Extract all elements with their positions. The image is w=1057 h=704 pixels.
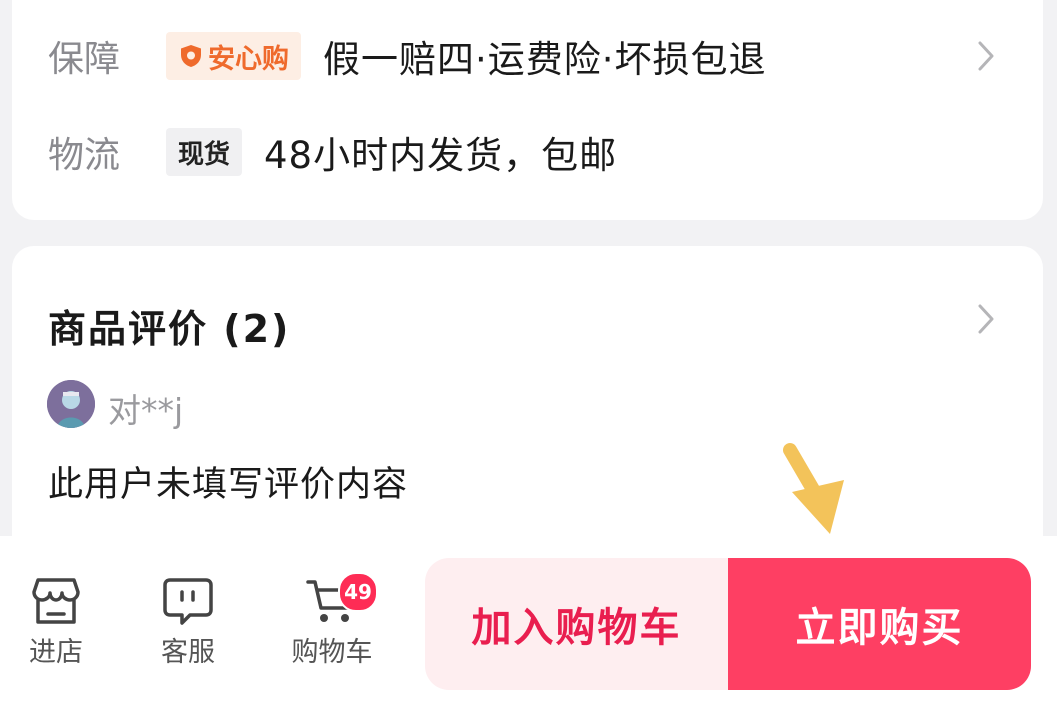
chevron-right-icon[interactable] xyxy=(973,39,999,73)
store-icon xyxy=(32,578,80,624)
chat-icon xyxy=(163,578,213,625)
service-button[interactable]: 客服 xyxy=(138,576,238,669)
logistics-label: 物流 xyxy=(48,135,121,176)
add-to-cart-button[interactable]: 加入购物车 xyxy=(425,558,728,690)
shield-icon xyxy=(181,45,201,67)
reviewer-name: 对**j xyxy=(108,391,184,430)
guarantee-label: 保障 xyxy=(48,39,121,80)
shop-label: 进店 xyxy=(29,637,83,668)
logistics-text: 48小时内发货，包邮 xyxy=(264,134,618,177)
guarantee-row[interactable]: 保障 安心购 假一赔四·运费险·坏损包退 xyxy=(48,26,1043,86)
cart-button[interactable]: 49 购物车 xyxy=(282,572,382,669)
service-label: 客服 xyxy=(161,637,215,668)
chevron-right-icon[interactable] xyxy=(973,302,999,336)
logistics-row: 物流 现货 48小时内发货，包邮 xyxy=(48,122,1043,182)
shop-button[interactable]: 进店 xyxy=(6,576,106,669)
review-content: 此用户未填写评价内容 xyxy=(48,465,409,505)
buy-now-button[interactable]: 立即购买 xyxy=(728,558,1031,690)
guarantee-text: 假一赔四·运费险·坏损包退 xyxy=(323,38,767,81)
reviewer-avatar xyxy=(47,380,95,428)
service-info-card: 保障 安心购 假一赔四·运费险·坏损包退 物流 现货 48小时内发货，包邮 xyxy=(12,0,1043,220)
bottom-action-bar: 进店 客服 49 购物车 加入购物车 立即购买 xyxy=(0,536,1057,704)
reviews-card[interactable]: 商品评价 (2) 对**j 此用户未填写评价内容 xyxy=(12,246,1043,576)
anxin-badge: 安心购 xyxy=(166,32,301,80)
arrow-down-icon xyxy=(783,443,844,534)
avatar-image xyxy=(47,380,95,428)
reviews-title: 商品评价 (2) xyxy=(48,307,291,351)
anxin-badge-text: 安心购 xyxy=(208,43,289,75)
stock-badge: 现货 xyxy=(166,128,243,176)
cart-count-badge: 49 xyxy=(338,572,378,612)
cart-label: 购物车 xyxy=(291,637,373,668)
